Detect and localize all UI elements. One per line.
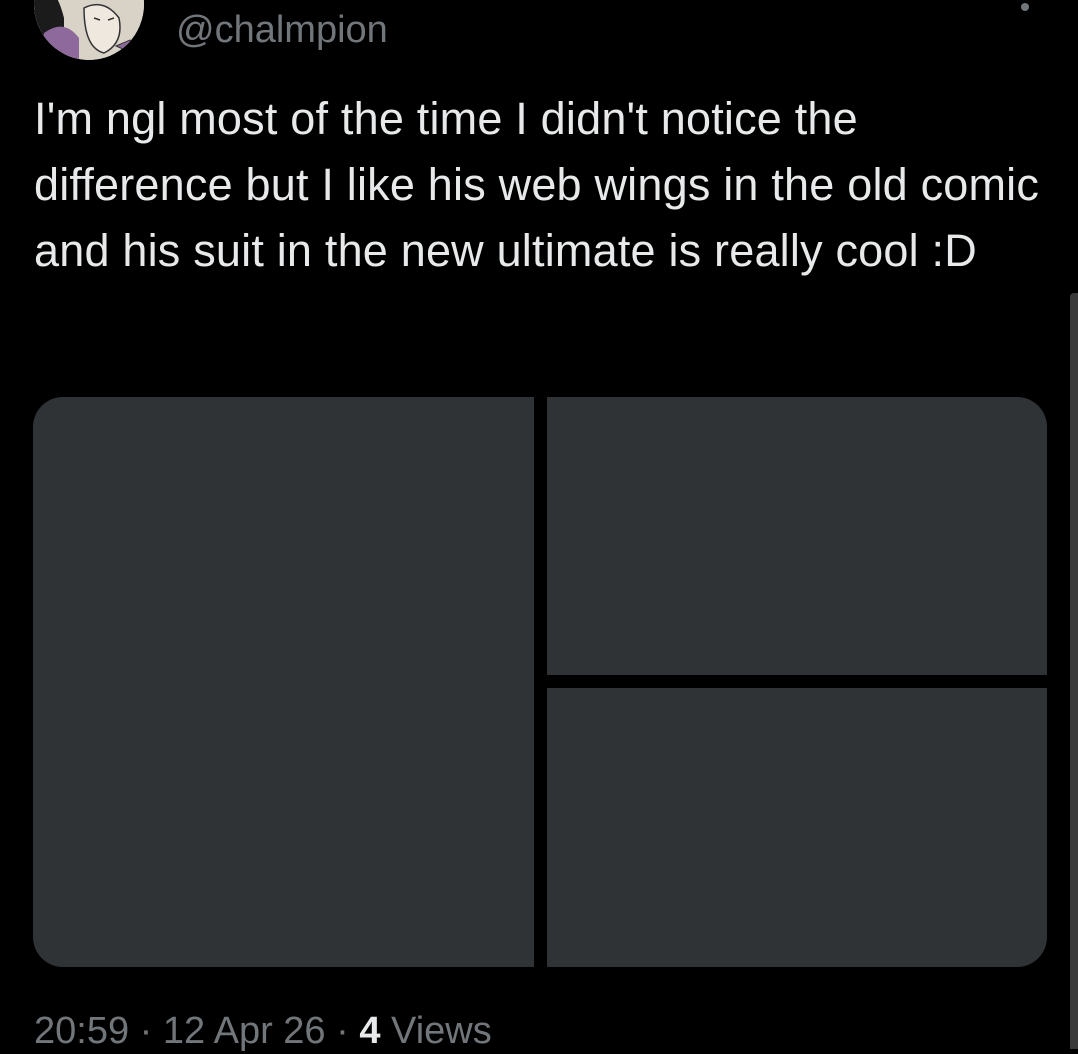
author-handle[interactable]: @chalmpion xyxy=(176,8,388,52)
scrollbar[interactable] xyxy=(1070,293,1078,1049)
media-image-2[interactable] xyxy=(547,397,1047,675)
tweet-time[interactable]: 20:59 xyxy=(34,1010,129,1052)
views-count[interactable]: 4 xyxy=(359,1010,380,1052)
meta-separator: · xyxy=(139,1010,153,1052)
views-label[interactable]: Views xyxy=(391,1010,492,1052)
meta-separator: · xyxy=(336,1010,349,1052)
media-image-3[interactable] xyxy=(547,688,1047,967)
avatar[interactable] xyxy=(34,0,144,60)
more-options-icon[interactable] xyxy=(1019,0,1031,12)
media-image-1[interactable] xyxy=(33,397,534,967)
media-grid xyxy=(33,397,1047,967)
tweet-date[interactable]: 12 Apr 26 xyxy=(163,1010,326,1052)
tweet-text: I'm ngl most of the time I didn't notice… xyxy=(34,93,1040,276)
tweet-meta: 20:59 · 12 Apr 26 · 4 Views xyxy=(34,1008,492,1054)
